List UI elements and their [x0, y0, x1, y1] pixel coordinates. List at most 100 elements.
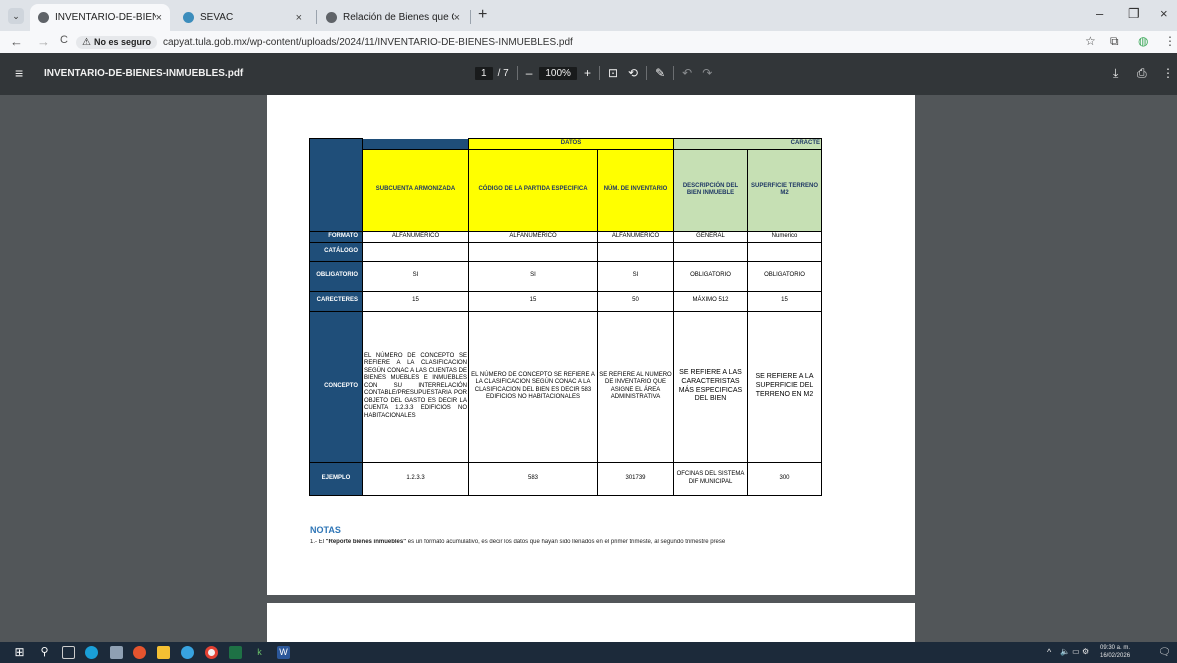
column-header: SUBCUENTA ARMONIZADA [362, 148, 469, 232]
table-cell: EL NÚMERO DE CONCEPTO SE REFIERE A LA CL… [362, 310, 469, 463]
tab-divider [316, 10, 317, 24]
pdf-filename: INVENTARIO-DE-BIENES-INMUEBLES.pdf [44, 68, 244, 79]
firefox-icon[interactable] [133, 646, 146, 659]
table-cell: SE REFIERE AL NUMERO DE INVENTARIO QUE A… [597, 310, 674, 463]
globe-icon [38, 12, 49, 23]
table-cell: 15 [468, 290, 598, 312]
calculator-icon[interactable] [110, 646, 123, 659]
notes-bold: "Reporte bienes inmuebles" [325, 539, 407, 545]
app-icon[interactable]: k [253, 646, 266, 659]
forward-button[interactable]: → [37, 34, 50, 49]
group-header-datos: DATOS [468, 138, 674, 150]
column-header: DESCRIPCIÓN DEL BIEN INMUEBLE [673, 148, 748, 232]
table-cell: ALFANÚMERICO [468, 230, 598, 243]
table-cell: 1.2.3.3 [362, 461, 469, 496]
sevac-favicon-icon [183, 12, 194, 23]
download-icon[interactable]: ⤓ [1113, 66, 1118, 81]
pdf-page-1: DATOS CARACTE SUBCUENTA ARMONIZADA CÓDIG… [267, 95, 915, 595]
clock-time: 09:30 a. m. [1100, 645, 1131, 651]
column-header: CÓDIGO DE LA PARTIDA ESPECIFICA [468, 148, 598, 232]
table-cell: ALFANÚMERICO [362, 230, 469, 243]
row-label: CONCEPTO [309, 310, 363, 463]
url-text[interactable]: capyat.tula.gob.mx/wp-content/uploads/20… [163, 37, 573, 48]
tab-relacion-bienes[interactable]: Relación de Bienes que Compo × [318, 4, 468, 31]
table-corner-cell [309, 138, 363, 232]
notes-rest: es un formato acumulativo, es decir los … [406, 539, 726, 545]
page-number-input[interactable]: 1 [475, 66, 493, 80]
address-bar[interactable]: ⚠ No es seguro capyat.tula.gob.mx/wp-con… [76, 33, 1080, 51]
minimize-button[interactable]: – [1096, 6, 1103, 21]
windows-start-icon[interactable]: ⊞ [13, 646, 26, 659]
tab-close-icon[interactable]: × [296, 12, 302, 24]
zoom-level-input[interactable]: 100% [539, 66, 577, 80]
task-view-icon[interactable] [62, 646, 75, 659]
tray-chevron-icon[interactable]: ^ [1047, 647, 1051, 657]
table-cell: 15 [747, 290, 822, 312]
column-header: SUPERFICIE TERRENO M2 [747, 148, 822, 232]
profile-icon[interactable]: ◍ [1138, 34, 1148, 48]
pdf-more-icon[interactable]: ⋮ [1162, 66, 1174, 80]
tab-close-icon[interactable]: × [454, 12, 460, 24]
new-tab-button[interactable]: + [478, 6, 487, 24]
undo-icon[interactable]: ↶ [682, 66, 692, 80]
search-icon[interactable]: ⚲ [38, 646, 51, 659]
browser-menu-icon[interactable]: ⋮ [1164, 34, 1176, 48]
print-icon[interactable]: ⎙ [1137, 66, 1147, 81]
tab-search-chevron-icon[interactable]: ⌄ [8, 8, 24, 24]
notes-heading: NOTAS [310, 525, 341, 535]
pdf-toolbar: ≡ INVENTARIO-DE-BIENES-INMUEBLES.pdf 1 /… [0, 53, 1177, 95]
table-cell: 50 [597, 290, 674, 312]
row-label: FORMATO [309, 230, 363, 243]
row-label: CATÁLOGO [309, 241, 363, 262]
table-cell: MÁXIMO 512 [673, 290, 748, 312]
file-explorer-icon[interactable] [157, 646, 170, 659]
row-label: CARECTERES [309, 290, 363, 312]
row-label: OBLIGATORIO [309, 260, 363, 292]
app-icon[interactable] [181, 646, 194, 659]
table-cell: OBLIGATORIO [673, 260, 748, 292]
fit-page-icon[interactable]: ⊡ [608, 66, 618, 80]
table-cell: 301739 [597, 461, 674, 496]
warning-icon: ⚠ [82, 36, 91, 48]
table-cell: Numerico [747, 230, 822, 243]
tab-title: Relación de Bienes que Compo [343, 12, 454, 23]
table-cell: SE REFIERE A LAS CARACTERISTAS MÁS ESPEC… [673, 310, 748, 463]
table-cell [673, 241, 748, 262]
table-cell: 300 [747, 461, 822, 496]
row-label: EJEMPLO [309, 461, 363, 496]
annotate-icon[interactable]: ✎ [655, 66, 665, 80]
browser-tab-strip: ⌄ INVENTARIO-DE-BIENES-INMU × SEVAC × Re… [0, 0, 1177, 31]
bookmark-star-icon[interactable]: ☆ [1085, 34, 1096, 48]
pdf-viewport[interactable]: DATOS CARACTE SUBCUENTA ARMONIZADA CÓDIG… [0, 95, 1177, 642]
tray-icons[interactable]: 🔈 ▭ ⚙ [1060, 647, 1089, 656]
tab-close-icon[interactable]: × [156, 12, 162, 24]
table-cell [747, 241, 822, 262]
word-icon[interactable]: W [277, 646, 290, 659]
divider [598, 66, 600, 80]
chrome-icon[interactable] [205, 646, 218, 659]
zoom-in-button[interactable]: + [584, 66, 591, 80]
tab-title: SEVAC [200, 12, 234, 23]
notes-paragraph: 1.- El "Reporte bienes inmuebles" es un … [310, 539, 870, 545]
tab-sevac[interactable]: SEVAC × [175, 4, 310, 31]
notification-icon[interactable]: 🗨 [1158, 647, 1171, 658]
security-label: No es seguro [93, 37, 151, 47]
rotate-icon[interactable]: ⟲ [628, 66, 638, 80]
header-spacer [362, 138, 469, 150]
pdf-sidebar-menu-icon[interactable]: ≡ [15, 65, 23, 81]
divider [646, 66, 648, 80]
zoom-out-button[interactable]: – [526, 66, 533, 80]
tab-title: INVENTARIO-DE-BIENES-INMU [55, 12, 156, 23]
excel-icon[interactable] [229, 646, 242, 659]
restore-button[interactable]: ❐ [1128, 6, 1140, 22]
back-button[interactable]: ← [10, 34, 23, 49]
tab-inventario[interactable]: INVENTARIO-DE-BIENES-INMU × [30, 4, 170, 31]
security-chip[interactable]: ⚠ No es seguro [76, 35, 157, 49]
close-window-button[interactable]: × [1160, 6, 1168, 21]
table-cell: SE REFIERE A LA SUPERFICIE DEL TERRENO E… [747, 310, 822, 463]
reload-button[interactable]: C [60, 34, 68, 46]
clock[interactable]: 09:30 a. m. 16/02/2026 [1100, 644, 1130, 660]
redo-icon[interactable]: ↷ [702, 66, 712, 80]
edge-icon[interactable] [85, 646, 98, 659]
extensions-icon[interactable]: ⧉ [1110, 34, 1119, 49]
